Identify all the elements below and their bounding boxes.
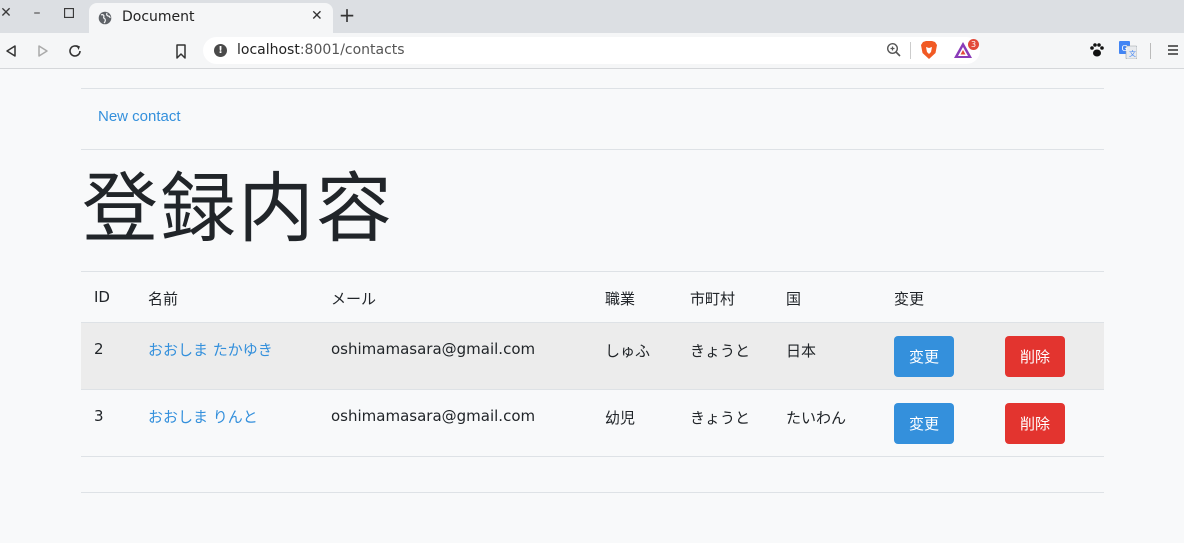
header-id: ID <box>94 288 110 306</box>
bookmark-icon[interactable] <box>170 40 192 62</box>
url-text[interactable]: localhost:8001/contacts <box>237 42 405 58</box>
tab-bar: ✕ – Document ✕ + <box>0 0 1184 33</box>
zoom-icon[interactable] <box>886 42 902 58</box>
brave-shields-icon[interactable] <box>920 40 938 60</box>
row-job: しゅふ <box>605 342 651 360</box>
translate-icon[interactable]: G 文 <box>1119 41 1137 59</box>
row-name-link[interactable]: おおしま りんと <box>148 406 258 427</box>
tab-close-icon[interactable]: ✕ <box>311 8 323 24</box>
security-warning-icon[interactable]: ! <box>214 44 227 57</box>
toolbar-divider <box>1150 43 1151 59</box>
reload-icon[interactable] <box>64 40 86 62</box>
row-city: きょうと <box>690 342 751 360</box>
tab-title: Document <box>122 9 195 25</box>
browser-tab[interactable]: Document ✕ <box>89 3 333 33</box>
svg-text:文: 文 <box>1129 49 1136 58</box>
new-contact-link[interactable]: New contact <box>98 108 181 125</box>
row-id: 2 <box>94 340 104 358</box>
edit-button[interactable]: 変更 <box>894 403 954 444</box>
header-country: 国 <box>786 290 802 308</box>
delete-button[interactable]: 削除 <box>1005 403 1065 444</box>
row-job: 幼児 <box>605 409 636 427</box>
url-divider <box>910 42 911 59</box>
rewards-badge: 3 <box>968 39 979 50</box>
header-email: メール <box>331 290 377 308</box>
page-content: New contact 登録内容 ID 名前 メール 職業 市町村 国 変更 2… <box>0 70 1184 543</box>
page-title: 登録内容 <box>82 164 394 253</box>
forward-icon[interactable] <box>32 40 54 62</box>
delete-button[interactable]: 削除 <box>1005 336 1065 377</box>
row-email: oshimamasara@gmail.com <box>331 340 536 358</box>
svg-text:G: G <box>1122 44 1128 53</box>
browser-toolbar: ! localhost:8001/contacts 3 G 文 <box>0 33 1184 69</box>
table-row: 2 おおしま たかゆき oshimamasara@gmail.com しゅふ き… <box>81 323 1104 390</box>
row-country: 日本 <box>786 342 817 360</box>
window-minimize-icon[interactable]: – <box>27 3 47 23</box>
table-row: 3 おおしま りんと oshimamasara@gmail.com 幼児 きょう… <box>81 390 1104 457</box>
nav-top-divider <box>81 88 1104 89</box>
edit-button[interactable]: 変更 <box>894 336 954 377</box>
address-bar[interactable]: ! localhost:8001/contacts 3 <box>203 37 980 64</box>
footer-divider <box>81 492 1104 493</box>
window-close-icon[interactable]: ✕ <box>0 3 16 23</box>
header-edit: 変更 <box>894 290 925 308</box>
header-job: 職業 <box>605 290 636 308</box>
row-id: 3 <box>94 407 104 425</box>
table-header-row: ID 名前 メール 職業 市町村 国 変更 <box>81 271 1104 323</box>
row-name-link[interactable]: おおしま たかゆき <box>148 339 273 360</box>
row-email: oshimamasara@gmail.com <box>331 407 536 425</box>
extension-paw-icon[interactable] <box>1088 41 1106 59</box>
header-city: 市町村 <box>690 290 736 308</box>
row-city: きょうと <box>690 409 751 427</box>
menu-icon[interactable] <box>1164 41 1182 59</box>
new-tab-icon[interactable]: + <box>337 5 357 25</box>
header-name: 名前 <box>148 290 179 308</box>
nav-bottom-divider <box>81 149 1104 150</box>
back-icon[interactable] <box>0 40 22 62</box>
globe-icon <box>98 11 112 25</box>
row-country: たいわん <box>786 409 847 427</box>
window-maximize-icon[interactable] <box>59 3 79 23</box>
